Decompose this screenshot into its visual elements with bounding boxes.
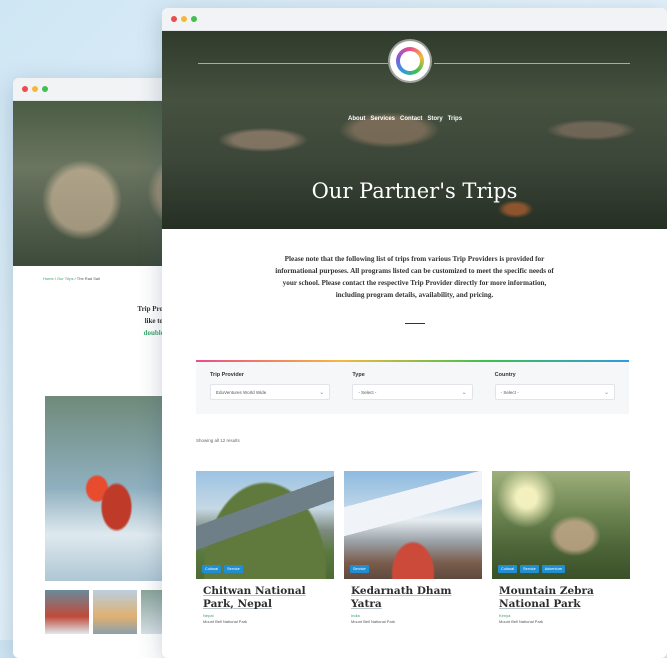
trip-card-park: Mount Bell National Park [499,619,544,624]
trips-notice: Please note that the following list of t… [275,255,554,299]
trip-filters: Trip Provider EduVentures World Wide ⌄ T… [196,360,629,414]
main-nav: About Services Contact Story Trips [348,116,462,122]
trip-card-park: Mount Bell National Park [203,619,248,624]
maximize-dot-icon[interactable] [191,16,197,22]
country-select[interactable]: - Select - ⌄ [494,384,615,400]
trip-card-title[interactable]: Mountain Zebra National Park [492,579,630,611]
tag-badge[interactable]: Service [224,565,243,573]
tag-badge[interactable]: Service [350,565,369,573]
trip-card[interactable]: Cultural Service Chitwan National Park, … [196,471,334,624]
trip-card-park: Mount Bell National Park [351,619,396,624]
header-rule-right [434,63,630,64]
breadcrumb-home[interactable]: Home [43,276,54,281]
logo-ring-icon [396,47,424,75]
maximize-dot-icon[interactable] [42,86,48,92]
header-rule-left [198,63,388,64]
filter-type: Type - Select - ⌄ [352,372,473,414]
nav-story[interactable]: Story [427,116,442,122]
trip-card-title[interactable]: Chitwan National Park, Nepal [196,579,334,611]
trip-cards: Cultural Service Chitwan National Park, … [196,471,630,624]
tag-badge[interactable]: Adventure [541,565,566,573]
tag-badge[interactable]: Cultural [498,565,518,573]
site-logo[interactable] [390,41,430,81]
tag-badge[interactable]: Cultural [202,565,222,573]
filter-trip-provider: Trip Provider EduVentures World Wide ⌄ [210,372,331,414]
trip-card-title[interactable]: Kedarnath Dham Yatra [344,579,482,611]
breadcrumb-current: The Rad Sail [76,276,100,281]
trip-tags: Service [350,565,369,573]
close-dot-icon[interactable] [171,16,177,22]
minimize-dot-icon[interactable] [181,16,187,22]
trip-card[interactable]: Cultural Service Adventure Mountain Zebr… [492,471,630,624]
section-divider [404,323,425,324]
rafting-photo [45,396,175,581]
thumbnail[interactable] [45,590,89,634]
close-dot-icon[interactable] [22,86,28,92]
nav-contact[interactable]: Contact [400,116,422,122]
trip-card-country: India [351,613,360,618]
filter-country: Country - Select - ⌄ [494,372,615,414]
hero-banner: About Services Contact Story Trips Our P… [162,31,667,229]
results-count: Showing all 12 results [196,438,240,443]
nav-services[interactable]: Services [370,116,395,122]
trip-provider-select[interactable]: EduVentures World Wide ⌄ [210,384,331,400]
trip-card[interactable]: Service Kedarnath Dham Yatra India Mount… [344,471,482,624]
chevron-down-icon: ⌄ [603,389,609,396]
trip-card-image[interactable]: Service [344,471,482,579]
trip-card-country: Nepal [203,613,214,618]
trip-card-country: Kenya [499,613,511,618]
thumbnail[interactable] [93,590,137,634]
trip-tags: Cultural Service Adventure [498,565,566,573]
trip-card-image[interactable]: Cultural Service Adventure [492,471,630,579]
tag-badge[interactable]: Service [520,565,539,573]
window-chrome [162,8,667,31]
trip-card-image[interactable]: Cultural Service [196,471,334,579]
main-browser-window: About Services Contact Story Trips Our P… [162,8,667,658]
minimize-dot-icon[interactable] [32,86,38,92]
breadcrumb-trips[interactable]: Our Trips [57,276,73,281]
nav-about[interactable]: About [348,116,365,122]
nav-trips[interactable]: Trips [448,116,462,122]
trip-tags: Cultural Service [202,565,243,573]
chevron-down-icon: ⌄ [461,389,467,396]
type-select[interactable]: - Select - ⌄ [352,384,473,400]
page-title: Our Partner's Trips [311,179,518,203]
chevron-down-icon: ⌄ [319,389,325,396]
